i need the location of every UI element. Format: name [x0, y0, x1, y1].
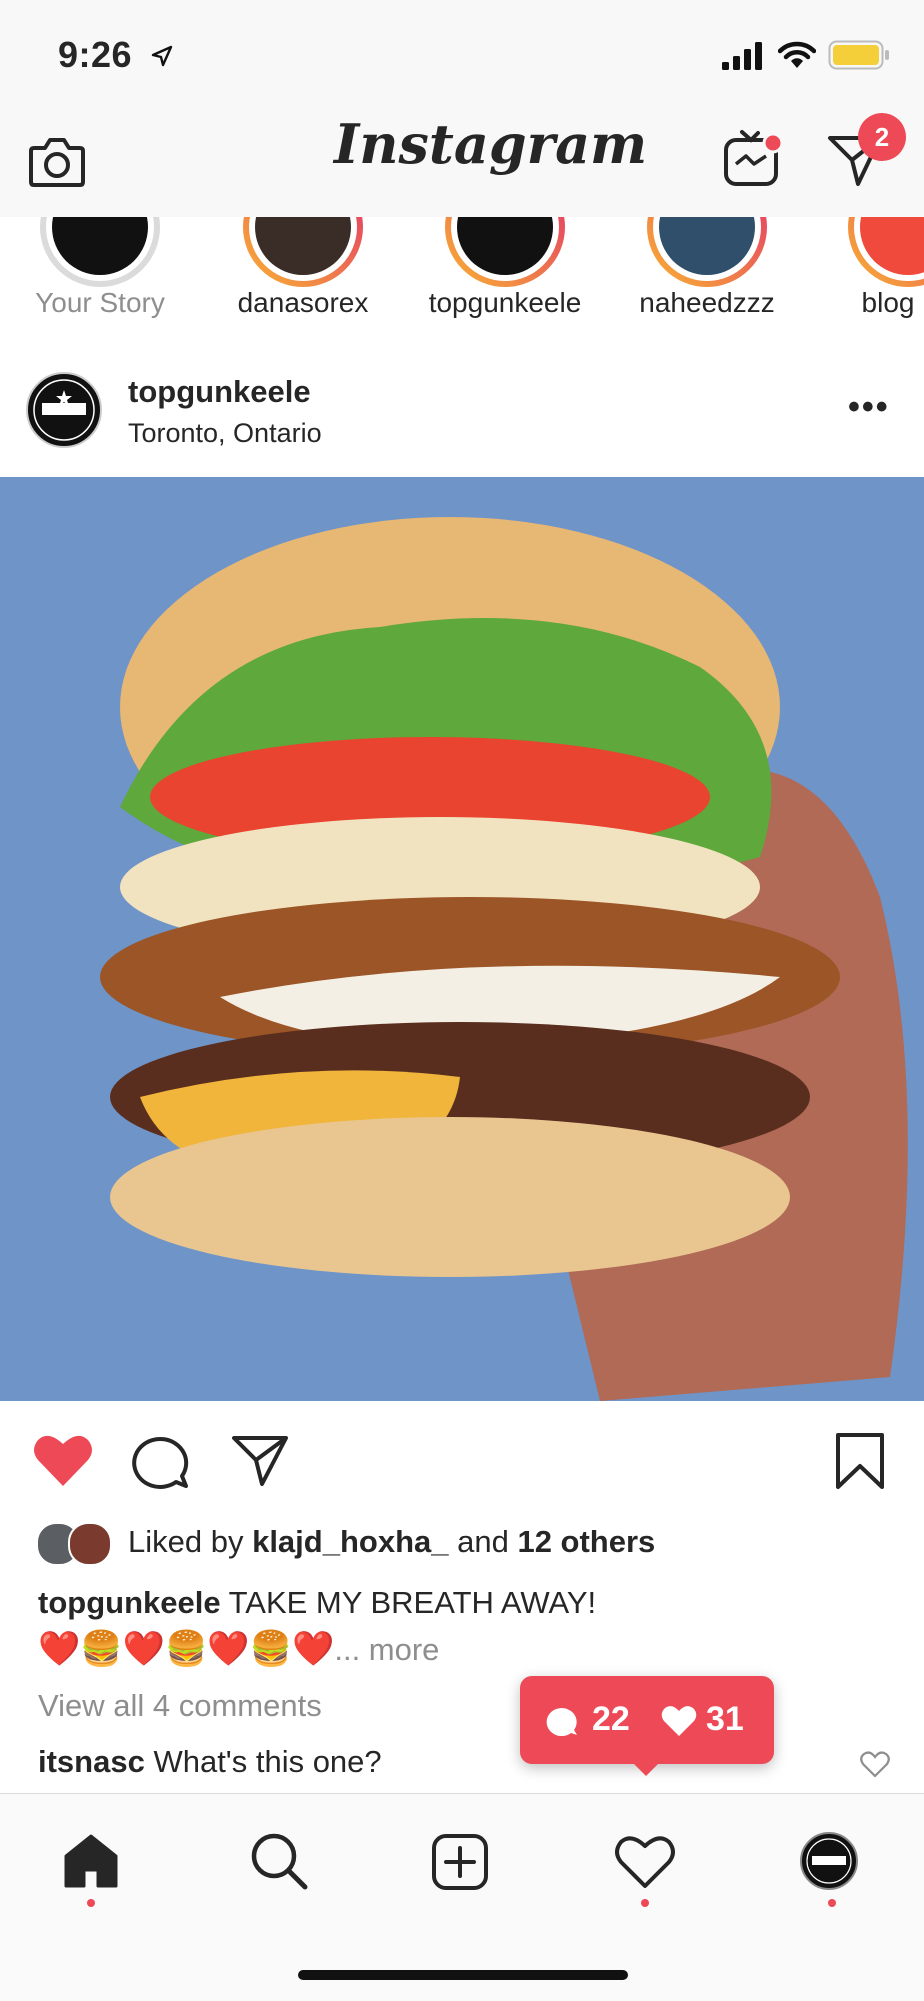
story-ring [848, 217, 924, 287]
story-ring [647, 217, 767, 287]
story-ring [243, 217, 363, 287]
notification-bubble-tail [630, 1760, 662, 1776]
app-logo: Instagram [334, 112, 648, 176]
caption-emoji-text: ❤️🍔❤️🍔❤️🍔❤️ [38, 1630, 335, 1668]
like-count: 31 [706, 1700, 744, 1738]
share-icon[interactable] [230, 1432, 290, 1488]
activity-notification-bubble[interactable]: 22 31 [520, 1676, 774, 1764]
post-avatar[interactable] [26, 372, 102, 448]
activity-tab-dot [641, 1899, 649, 1907]
caption-username[interactable]: topgunkeele [38, 1585, 221, 1620]
liked-by-user[interactable]: klajd_hoxha_ [252, 1524, 448, 1559]
comment-count-icon [546, 1708, 577, 1737]
story-label: danasorex [237, 287, 369, 318]
wifi-icon [778, 41, 816, 68]
home-tab-dot [87, 1899, 95, 1907]
more-options-icon[interactable]: ••• [848, 388, 890, 427]
heart-icon[interactable] [32, 1432, 94, 1488]
liker-avatar [68, 1522, 112, 1566]
like-count-icon [661, 1706, 697, 1736]
status-time: 9:26 [58, 34, 133, 75]
comment-count: 22 [592, 1700, 630, 1738]
comment-text: What's this one? [144, 1744, 382, 1779]
comment-like-icon[interactable] [860, 1750, 890, 1778]
story-label: naheedzzz [639, 287, 775, 318]
brand-logo-icon [33, 379, 95, 441]
story-label: Your Story [35, 287, 165, 318]
battery-icon [828, 40, 889, 70]
liked-by-others[interactable]: 12 others [517, 1524, 655, 1559]
search-icon[interactable] [248, 1830, 310, 1892]
comment-username[interactable]: itsnasc [38, 1744, 145, 1779]
home-icon[interactable] [62, 1832, 120, 1890]
igtv-icon[interactable] [722, 128, 784, 190]
comment-row: itsnasc What's this one? [38, 1744, 382, 1780]
post-username[interactable]: topgunkeele [128, 374, 311, 410]
camera-icon[interactable] [28, 136, 86, 188]
likes-prefix: Liked by [128, 1524, 253, 1559]
story-ring [40, 217, 160, 287]
bookmark-icon[interactable] [834, 1432, 886, 1490]
view-all-comments-link[interactable]: View all 4 comments [38, 1688, 322, 1724]
story-label: topgunkeele [428, 287, 582, 318]
activity-icon[interactable] [614, 1834, 676, 1890]
post-photo[interactable] [0, 477, 924, 1401]
post-header [0, 343, 924, 477]
add-post-icon[interactable] [430, 1832, 490, 1892]
signal-icon [722, 42, 762, 70]
home-indicator[interactable] [298, 1970, 628, 1980]
stories-tray: Your Story danasorex topgunkeele naheedz… [0, 217, 924, 344]
avatar [860, 217, 924, 275]
burger-photo [0, 477, 924, 1401]
likes-summary[interactable]: Liked by klajd_hoxha_ and 12 others [128, 1524, 655, 1560]
profile-tab-dot [828, 1899, 836, 1907]
story-label: blog [861, 287, 915, 318]
post-location[interactable]: Toronto, Ontario [128, 418, 322, 449]
comment-icon[interactable] [132, 1432, 192, 1490]
likes-mid: and [448, 1524, 518, 1559]
profile-icon[interactable] [800, 1832, 858, 1890]
direct-badge: 2 [858, 113, 906, 161]
post-caption: topgunkeele TAKE MY BREATH AWAY! [38, 1585, 596, 1621]
location-arrow-icon [151, 45, 173, 67]
caption-text: TAKE MY BREATH AWAY! [220, 1585, 597, 1620]
caption-more-link[interactable]: ... more [334, 1632, 439, 1667]
profile-logo [806, 1838, 852, 1884]
story-ring [445, 217, 565, 287]
caption-emojis: ❤️🍔❤️🍔❤️🍔❤️... more [38, 1629, 439, 1670]
